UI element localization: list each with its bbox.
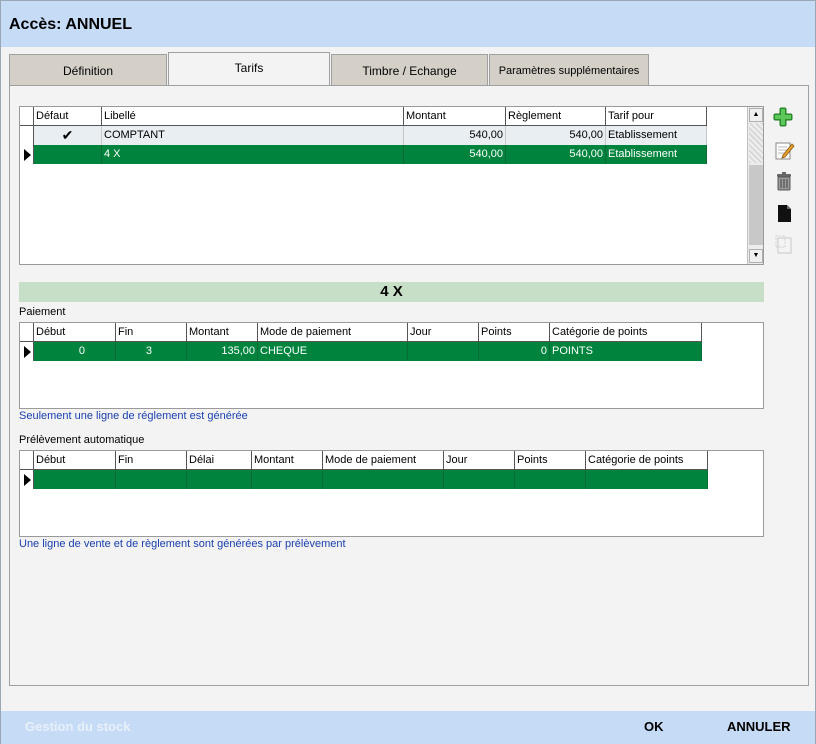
column-header-reglement[interactable]: Règlement — [506, 107, 606, 126]
selected-tarif-banner: 4 X — [19, 282, 764, 302]
column-header-tarif-pour[interactable]: Tarif pour — [606, 107, 707, 126]
ok-button[interactable]: OK — [644, 719, 664, 734]
row-selector-current[interactable] — [20, 470, 34, 489]
paiement-info-text: Seulement une ligne de réglement est gén… — [19, 410, 248, 422]
column-header-mode-de-paiement[interactable]: Mode de paiement — [258, 323, 408, 342]
column-header-points[interactable]: Points — [515, 451, 586, 470]
cell-categorie-de-points — [586, 470, 708, 489]
tab-timbre-echange[interactable]: Timbre / Echange — [331, 54, 488, 86]
cell-mode-de-paiement: CHEQUE — [258, 342, 408, 361]
footer-bar: Gestion du stock OK ANNULER — [1, 711, 815, 744]
tab-definition[interactable]: Définition — [9, 54, 167, 86]
copy-button[interactable] — [772, 201, 796, 225]
scroll-up-button[interactable]: ▲ — [749, 108, 763, 122]
column-header-debut[interactable]: Début — [34, 451, 116, 470]
row-header-corner — [20, 451, 34, 470]
cell-points: 0 — [479, 342, 550, 361]
column-header-mode-de-paiement[interactable]: Mode de paiement — [323, 451, 444, 470]
column-header-categorie-de-points[interactable]: Catégorie de points — [550, 323, 702, 342]
cell-montant — [252, 470, 323, 489]
paiement-grid[interactable]: Début Fin Montant Mode de paiement Jour … — [19, 322, 764, 409]
cell-fin — [116, 470, 187, 489]
trash-icon — [777, 172, 791, 191]
delete-button[interactable] — [772, 169, 796, 193]
row-selector-current[interactable] — [20, 145, 34, 164]
vertical-scrollbar[interactable]: ▲ ▼ — [747, 107, 763, 264]
cell-debut: 0 — [34, 342, 116, 361]
window-title: Accès: ANNUEL — [9, 16, 132, 33]
scroll-down-button[interactable]: ▼ — [749, 249, 763, 263]
column-header-debut[interactable]: Début — [34, 323, 116, 342]
column-header-fin[interactable]: Fin — [116, 323, 187, 342]
tarifs-grid[interactable]: Défaut Libellé Montant Règlement Tarif p… — [19, 106, 764, 265]
column-header-jour[interactable]: Jour — [408, 323, 479, 342]
paiement-label: Paiement — [19, 306, 66, 318]
column-header-categorie-de-points[interactable]: Catégorie de points — [586, 451, 708, 470]
prelevement-label: Prélèvement automatique — [19, 434, 145, 446]
cell-jour — [444, 470, 515, 489]
column-header-points[interactable]: Points — [479, 323, 550, 342]
column-header-montant[interactable]: Montant — [404, 107, 506, 126]
scroll-thumb[interactable] — [749, 123, 763, 163]
add-icon — [773, 107, 793, 127]
cell-tarif-pour: Etablissement — [606, 126, 707, 145]
tab-strip: Définition Tarifs Timbre / Echange Param… — [9, 52, 809, 86]
add-button[interactable] — [771, 105, 795, 129]
prelevement-grid[interactable]: Début Fin Délai Montant Mode de paiement… — [19, 450, 764, 537]
cell-fin: 3 — [116, 342, 187, 361]
cell-montant: 540,00 — [404, 126, 506, 145]
row-header-corner — [20, 107, 34, 126]
row-selector[interactable] — [20, 126, 34, 145]
row-header-corner — [20, 323, 34, 342]
cell-reglement: 540,00 — [506, 126, 606, 145]
column-header-fin[interactable]: Fin — [116, 451, 187, 470]
gestion-du-stock-button[interactable]: Gestion du stock — [25, 719, 130, 734]
edit-button[interactable] — [772, 138, 796, 162]
cancel-button[interactable]: ANNULER — [727, 719, 791, 734]
cell-jour — [408, 342, 479, 361]
cell-debut — [34, 470, 116, 489]
cell-montant: 540,00 — [404, 145, 506, 164]
cell-delai — [187, 470, 252, 489]
cell-reglement: 540,00 — [506, 145, 606, 164]
row-selector-current[interactable] — [20, 342, 34, 361]
column-header-montant[interactable]: Montant — [252, 451, 323, 470]
paste-icon — [775, 235, 792, 254]
cell-tarif-pour: Etablissement — [606, 145, 707, 164]
cell-defaut — [34, 145, 102, 164]
tab-tarifs[interactable]: Tarifs — [168, 52, 330, 86]
cell-libelle: COMPTANT — [102, 126, 404, 145]
cell-montant: 135,00 — [187, 342, 258, 361]
paste-button[interactable] — [772, 232, 796, 256]
copy-icon — [778, 205, 791, 222]
prelevement-info-text: Une ligne de vente et de règlement sont … — [19, 538, 346, 550]
scroll-track[interactable] — [749, 165, 763, 245]
title-bar: Accès: ANNUEL — [1, 1, 815, 47]
column-header-jour[interactable]: Jour — [444, 451, 515, 470]
dialog-window: Accès: ANNUEL Définition Tarifs Timbre /… — [0, 0, 816, 744]
cell-mode-de-paiement — [323, 470, 444, 489]
cell-categorie-de-points: POINTS — [550, 342, 702, 361]
edit-icon — [775, 142, 795, 160]
tab-parametres-supplementaires[interactable]: Paramètres supplémentaires — [489, 54, 649, 86]
cell-points — [515, 470, 586, 489]
column-header-delai[interactable]: Délai — [187, 451, 252, 470]
column-header-montant[interactable]: Montant — [187, 323, 258, 342]
cell-libelle: 4 X — [102, 145, 404, 164]
cell-defaut: ✔ — [34, 126, 102, 145]
column-header-libelle[interactable]: Libellé — [102, 107, 404, 126]
column-header-defaut[interactable]: Défaut — [34, 107, 102, 126]
